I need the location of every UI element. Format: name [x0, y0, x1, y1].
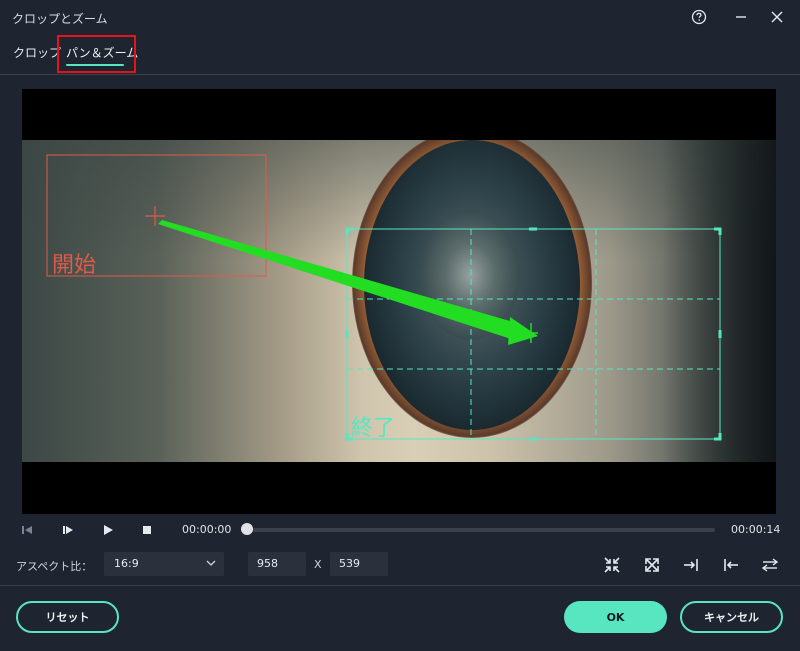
tab-pan-zoom-label: パン＆ズーム: [66, 46, 139, 60]
arrow-left-to-bar-icon: [724, 559, 738, 571]
fill-button[interactable]: [642, 555, 662, 575]
aspect-ratio-select[interactable]: 16:9: [104, 552, 224, 576]
timeline-track[interactable]: [247, 528, 715, 532]
swap-frames-button[interactable]: [760, 555, 780, 575]
swap-to-start-button[interactable]: [721, 555, 741, 575]
stop-icon: [143, 526, 151, 534]
motion-arrow: [158, 220, 538, 345]
active-tab-underline: [66, 64, 124, 66]
prev-frame-button[interactable]: [18, 521, 36, 539]
header-divider: [0, 74, 800, 75]
tab-crop[interactable]: クロップ: [13, 44, 61, 61]
play-button[interactable]: [99, 521, 117, 539]
cancel-button[interactable]: キャンセル: [680, 601, 783, 633]
playback-bar: 00:00:00 00:00:14: [0, 514, 800, 546]
width-input[interactable]: 958: [248, 552, 306, 576]
aspect-row: アスペクト比： 16:9 958 X 539: [0, 550, 800, 580]
height-input[interactable]: 539: [330, 552, 388, 576]
play-icon: [104, 525, 113, 535]
swap-to-end-button[interactable]: [681, 555, 701, 575]
help-button[interactable]: [688, 6, 710, 28]
timeline-playhead[interactable]: [241, 523, 253, 535]
width-value: 958: [257, 557, 278, 570]
next-frame-icon: [63, 526, 73, 534]
aspect-ratio-value: 16:9: [114, 557, 139, 570]
end-label: 終了: [351, 416, 395, 441]
shrink-arrows-icon: [604, 557, 620, 573]
current-time: 00:00:00: [182, 523, 232, 536]
next-frame-button[interactable]: [59, 521, 77, 539]
start-label: 開始: [52, 253, 96, 278]
height-value: 539: [339, 557, 360, 570]
minimize-button[interactable]: [730, 6, 752, 28]
chevron-down-icon: [206, 560, 216, 566]
stop-button[interactable]: [138, 521, 156, 539]
fit-button[interactable]: [602, 555, 622, 575]
aspect-ratio-label: アスペクト比：: [16, 560, 93, 573]
prev-frame-icon: [22, 526, 32, 534]
arrow-right-to-bar-icon: [684, 559, 698, 571]
footer-divider: [0, 585, 800, 586]
swap-arrows-icon: [761, 558, 779, 572]
tab-pan-zoom[interactable]: パン＆ズーム: [66, 44, 139, 66]
tab-bar: クロップ パン＆ズーム: [0, 34, 800, 74]
title-bar: クロップとズーム: [0, 0, 800, 34]
video-preview: 開始 終了: [22, 89, 776, 514]
dimension-separator: X: [314, 558, 322, 571]
ok-button[interactable]: OK: [564, 601, 667, 633]
expand-arrows-icon: [645, 558, 659, 572]
pan-zoom-overlay: 開始 終了: [46, 154, 722, 441]
start-frame[interactable]: 開始: [46, 154, 267, 278]
end-time: 00:00:14: [731, 523, 781, 536]
close-button[interactable]: [766, 6, 788, 28]
minimize-icon: [736, 16, 746, 18]
tab-crop-label: クロップ: [13, 46, 62, 60]
help-icon: [691, 9, 707, 25]
window-title: クロップとズーム: [12, 12, 108, 26]
close-icon: [771, 11, 783, 23]
reset-button[interactable]: リセット: [16, 601, 119, 633]
